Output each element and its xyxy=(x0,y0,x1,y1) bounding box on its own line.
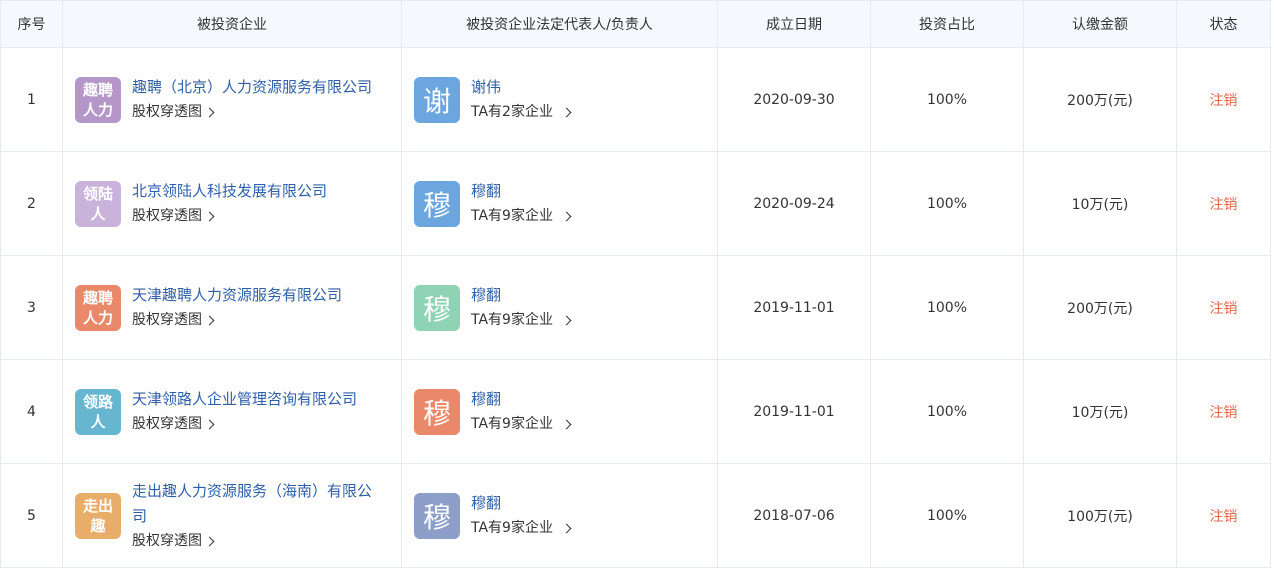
company-name-link[interactable]: 天津领路人企业管理咨询有限公司 xyxy=(132,387,382,412)
representative-companies-count: TA有2家企业 xyxy=(471,103,553,120)
equity-chart-label: 股权穿透图 xyxy=(132,532,202,549)
representative-avatar[interactable]: 穆 xyxy=(414,180,460,227)
establish-date: 2019-11-01 xyxy=(717,359,871,464)
investment-ratio: 100% xyxy=(870,255,1024,360)
representative-name-link[interactable]: 穆翻 xyxy=(471,283,570,308)
header-company: 被投资企业 xyxy=(62,0,402,48)
equity-chart-link[interactable]: 股权穿透图 xyxy=(132,204,215,228)
representative-companies-link[interactable]: TA有2家企业 xyxy=(471,100,572,125)
representative-companies-link[interactable]: TA有9家企业 xyxy=(471,204,572,229)
header-index: 序号 xyxy=(0,0,63,48)
equity-chart-label: 股权穿透图 xyxy=(132,312,202,328)
establish-date: 2020-09-24 xyxy=(717,151,871,256)
chevron-right-icon xyxy=(561,419,572,430)
representative-companies-count: TA有9家企业 xyxy=(471,415,553,432)
company-logo[interactable]: 趣聘人力 xyxy=(75,76,121,123)
table-header-row: 序号 被投资企业 被投资企业法定代表人/负责人 成立日期 投资占比 认缴金额 状… xyxy=(0,0,1271,48)
table-row: 2 领陆人 北京领陆人科技发展有限公司 股权穿透图 穆 穆翻 TA有9家企业 2… xyxy=(0,151,1271,256)
investment-ratio: 100% xyxy=(870,359,1024,464)
table-row: 3 趣聘人力 天津趣聘人力资源服务有限公司 股权穿透图 穆 穆翻 TA有9家企业… xyxy=(0,255,1271,360)
establish-date: 2019-11-01 xyxy=(717,255,871,360)
representative-avatar[interactable]: 谢 xyxy=(414,76,460,123)
representative-companies-count: TA有9家企业 xyxy=(471,311,553,328)
representative-companies-link[interactable]: TA有9家企业 xyxy=(471,516,572,541)
company-logo[interactable]: 领路人 xyxy=(75,388,121,435)
subscribed-amount: 200万(元) xyxy=(1023,47,1177,152)
equity-chart-link[interactable]: 股权穿透图 xyxy=(132,100,215,124)
status-label[interactable]: 注销 xyxy=(1210,405,1238,421)
subscribed-amount: 10万(元) xyxy=(1023,151,1177,256)
company-name-link[interactable]: 走出趣人力资源服务（海南）有限公司 xyxy=(132,479,382,529)
header-amount: 认缴金额 xyxy=(1023,0,1177,48)
company-logo[interactable]: 走出趣 xyxy=(75,492,121,539)
equity-chart-label: 股权穿透图 xyxy=(132,208,202,224)
representative-companies-count: TA有9家企业 xyxy=(471,207,553,224)
representative-name-link[interactable]: 穆翻 xyxy=(471,179,570,204)
header-date: 成立日期 xyxy=(717,0,871,48)
row-index: 5 xyxy=(0,463,63,568)
company-logo-text: 领路人 xyxy=(82,392,113,431)
company-logo[interactable]: 趣聘人力 xyxy=(75,284,121,331)
equity-chart-link[interactable]: 股权穿透图 xyxy=(132,308,215,332)
representative-companies-link[interactable]: TA有9家企业 xyxy=(471,412,572,437)
company-name-link[interactable]: 天津趣聘人力资源服务有限公司 xyxy=(132,283,382,308)
representative-name-link[interactable]: 穆翻 xyxy=(471,387,570,412)
chevron-right-icon xyxy=(204,536,215,546)
company-logo-text: 趣聘人力 xyxy=(82,80,113,119)
company-logo-text: 趣聘人力 xyxy=(82,288,113,327)
row-index: 1 xyxy=(0,47,63,152)
representative-companies-link[interactable]: TA有9家企业 xyxy=(471,308,572,333)
table-row: 4 领路人 天津领路人企业管理咨询有限公司 股权穿透图 穆 穆翻 TA有9家企业… xyxy=(0,359,1271,464)
representative-companies-count: TA有9家企业 xyxy=(471,519,553,536)
status-label[interactable]: 注销 xyxy=(1210,509,1238,525)
representative-name-link[interactable]: 穆翻 xyxy=(471,491,570,516)
investment-ratio: 100% xyxy=(870,151,1024,256)
company-logo[interactable]: 领陆人 xyxy=(75,180,121,227)
equity-chart-label: 股权穿透图 xyxy=(132,416,202,432)
subscribed-amount: 100万(元) xyxy=(1023,463,1177,568)
company-name-link[interactable]: 趣聘（北京）人力资源服务有限公司 xyxy=(132,75,382,100)
chevron-right-icon xyxy=(561,315,572,326)
investment-ratio: 100% xyxy=(870,47,1024,152)
representative-avatar[interactable]: 穆 xyxy=(414,388,460,435)
equity-chart-link[interactable]: 股权穿透图 xyxy=(132,412,215,436)
chevron-right-icon xyxy=(561,211,572,222)
representative-avatar[interactable]: 穆 xyxy=(414,284,460,331)
company-logo-text: 走出趣 xyxy=(82,496,113,535)
header-ratio: 投资占比 xyxy=(870,0,1024,48)
chevron-right-icon xyxy=(561,523,572,534)
status-cell: 注销 xyxy=(1176,463,1271,568)
chevron-right-icon xyxy=(204,419,215,430)
establish-date: 2020-09-30 xyxy=(717,47,871,152)
status-label[interactable]: 注销 xyxy=(1210,93,1238,109)
equity-chart-label: 股权穿透图 xyxy=(132,104,202,120)
chevron-right-icon xyxy=(204,315,215,326)
representative-name-link[interactable]: 谢伟 xyxy=(471,75,570,100)
representative-avatar[interactable]: 穆 xyxy=(414,492,460,539)
status-cell: 注销 xyxy=(1176,359,1271,464)
row-index: 4 xyxy=(0,359,63,464)
subscribed-amount: 200万(元) xyxy=(1023,255,1177,360)
investment-ratio: 100% xyxy=(870,463,1024,568)
header-status: 状态 xyxy=(1176,0,1271,48)
row-index: 3 xyxy=(0,255,63,360)
row-index: 2 xyxy=(0,151,63,256)
status-cell: 注销 xyxy=(1176,255,1271,360)
chevron-right-icon xyxy=(204,211,215,222)
chevron-right-icon xyxy=(204,107,215,118)
investment-table: 序号 被投资企业 被投资企业法定代表人/负责人 成立日期 投资占比 认缴金额 状… xyxy=(0,0,1271,568)
company-logo-text: 领陆人 xyxy=(82,184,113,223)
establish-date: 2018-07-06 xyxy=(717,463,871,568)
chevron-right-icon xyxy=(561,107,572,118)
table-row: 1 趣聘人力 趣聘（北京）人力资源服务有限公司 股权穿透图 谢 谢伟 TA有2家… xyxy=(0,47,1271,152)
status-label[interactable]: 注销 xyxy=(1210,197,1238,213)
status-cell: 注销 xyxy=(1176,151,1271,256)
equity-chart-link[interactable]: 股权穿透图 xyxy=(132,529,215,553)
company-name-link[interactable]: 北京领陆人科技发展有限公司 xyxy=(132,179,382,204)
header-representative: 被投资企业法定代表人/负责人 xyxy=(401,0,718,48)
status-label[interactable]: 注销 xyxy=(1210,301,1238,317)
status-cell: 注销 xyxy=(1176,47,1271,152)
table-row: 5 走出趣 走出趣人力资源服务（海南）有限公司 股权穿透图 穆 穆翻 TA有9家… xyxy=(0,463,1271,568)
subscribed-amount: 10万(元) xyxy=(1023,359,1177,464)
